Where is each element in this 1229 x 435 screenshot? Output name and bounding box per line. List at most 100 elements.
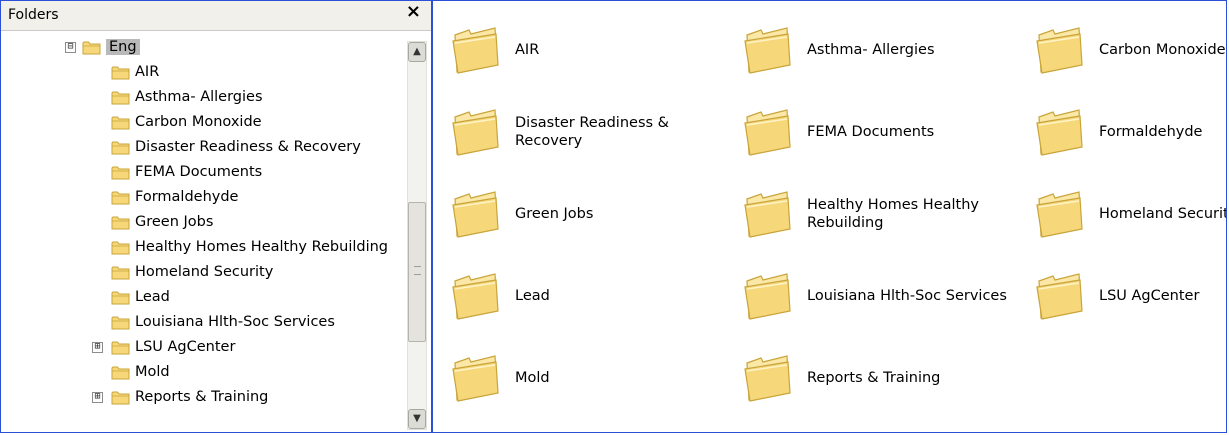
folder-icon bbox=[82, 41, 101, 54]
folder-icon bbox=[111, 116, 130, 129]
folder-icon bbox=[744, 273, 791, 320]
tree-item[interactable]: ⊞ LSU AgCenter bbox=[92, 335, 235, 359]
folder-item-label: Healthy Homes Healthy Rebuilding bbox=[807, 197, 979, 231]
folder-icon bbox=[111, 166, 130, 179]
tree-item-label: Green Jobs bbox=[135, 214, 214, 230]
folder-item[interactable]: AIR bbox=[449, 19, 739, 81]
scroll-thumb[interactable] bbox=[408, 202, 426, 342]
folder-icon bbox=[111, 291, 130, 304]
folder-item-label: AIR bbox=[515, 42, 540, 58]
folder-icon bbox=[1036, 273, 1083, 320]
folder-item[interactable]: Lead bbox=[449, 265, 739, 327]
folder-icon bbox=[111, 266, 130, 279]
folder-icon bbox=[111, 241, 130, 254]
folder-tree: ⊟ Eng AIR Asthma- Allergies Carbon Monoxide D… bbox=[1, 39, 405, 432]
folders-pane: Folders × ⊟ Eng AIR Asthma- Allergies Carbon… bbox=[1, 1, 433, 432]
folder-item-label: Mold bbox=[515, 370, 550, 386]
folder-icon bbox=[1036, 191, 1083, 238]
folder-icon bbox=[111, 191, 130, 204]
folder-icon bbox=[452, 191, 499, 238]
thumb-grip bbox=[414, 266, 421, 275]
folder-item[interactable]: FEMA Documents bbox=[741, 101, 1031, 163]
folder-item-label: Formaldehyde bbox=[1099, 124, 1203, 140]
folder-icon bbox=[1036, 27, 1083, 74]
folder-icon bbox=[744, 109, 791, 156]
tree-item-label: Carbon Monoxide bbox=[135, 114, 262, 130]
folder-item[interactable]: Asthma- Allergies bbox=[741, 19, 1031, 81]
explorer-window: Folders × ⊟ Eng AIR Asthma- Allergies Carbon… bbox=[0, 0, 1227, 433]
tree-item-label: Disaster Readiness & Recovery bbox=[135, 139, 361, 155]
tree-item-label: FEMA Documents bbox=[135, 164, 263, 180]
tree-expander[interactable]: ⊟ bbox=[65, 41, 76, 53]
tree-item[interactable]: Disaster Readiness & Recovery bbox=[111, 135, 361, 159]
tree-scrollbar[interactable]: ▲ ▼ bbox=[407, 41, 427, 430]
folder-icon bbox=[744, 355, 791, 402]
tree-item-label: Formaldehyde bbox=[135, 189, 239, 205]
folder-item-label: FEMA Documents bbox=[807, 124, 935, 140]
folder-item-label: Carbon Monoxide bbox=[1099, 42, 1226, 58]
folder-item-label: Green Jobs bbox=[515, 206, 594, 222]
tree-item[interactable]: Mold bbox=[111, 360, 170, 384]
tree-item[interactable]: ⊞ Reports & Training bbox=[92, 385, 268, 409]
tree-item[interactable]: Louisiana Hlth-Soc Services bbox=[111, 310, 335, 334]
tree-expander[interactable]: ⊞ bbox=[92, 391, 103, 403]
folder-item[interactable]: Reports & Training bbox=[741, 347, 1031, 409]
tree-item[interactable]: Carbon Monoxide bbox=[111, 110, 262, 134]
close-icon[interactable]: × bbox=[406, 3, 421, 21]
tree-item-label: LSU AgCenter bbox=[135, 339, 236, 355]
folder-item[interactable]: Louisiana Hlth-Soc Services bbox=[741, 265, 1031, 327]
tree-item[interactable]: Formaldehyde bbox=[111, 185, 238, 209]
tree-item[interactable]: FEMA Documents bbox=[111, 160, 262, 184]
scroll-up-button[interactable]: ▲ bbox=[408, 42, 426, 62]
tree-item-label: Asthma- Allergies bbox=[135, 89, 263, 105]
folders-pane-title: Folders bbox=[8, 7, 59, 23]
folder-icon bbox=[452, 27, 499, 74]
folder-item[interactable]: Mold bbox=[449, 347, 739, 409]
tree-item[interactable]: Asthma- Allergies bbox=[111, 85, 263, 109]
scroll-down-button[interactable]: ▼ bbox=[408, 409, 426, 429]
folder-item-label: Reports & Training bbox=[807, 370, 941, 386]
tree-item-label: Mold bbox=[135, 364, 170, 380]
folder-icon bbox=[452, 109, 499, 156]
folder-item[interactable]: Disaster Readiness & Recovery bbox=[449, 101, 739, 163]
tree-expander[interactable]: ⊞ bbox=[92, 341, 103, 353]
folder-icon bbox=[111, 66, 130, 79]
tree-item-label: Louisiana Hlth-Soc Services bbox=[135, 314, 335, 330]
tree-item[interactable]: Healthy Homes Healthy Rebuilding bbox=[111, 235, 388, 259]
folder-item[interactable]: LSU AgCenter bbox=[1033, 265, 1226, 327]
folder-item-label: Lead bbox=[515, 288, 550, 304]
folder-item-label: Asthma- Allergies bbox=[807, 42, 935, 58]
tree-item-label: Reports & Training bbox=[135, 389, 269, 405]
tree-item[interactable]: ⊟ Eng bbox=[65, 39, 140, 59]
folder-contents-pane: AIR Asthma- Allergies Carbon Monoxide Disas… bbox=[433, 1, 1226, 432]
folder-icon bbox=[452, 273, 499, 320]
folder-icon bbox=[111, 91, 130, 104]
folder-item[interactable]: Carbon Monoxide bbox=[1033, 19, 1226, 81]
folder-item[interactable]: Homeland Security bbox=[1033, 183, 1226, 245]
folder-icon bbox=[111, 341, 130, 354]
tree-item[interactable]: AIR bbox=[111, 60, 159, 84]
tree-item-label: AIR bbox=[135, 64, 160, 80]
folder-item-label: Disaster Readiness & Recovery bbox=[515, 115, 669, 149]
folder-item[interactable]: Healthy Homes Healthy Rebuilding bbox=[741, 183, 1031, 245]
tree-item-label: Homeland Security bbox=[135, 264, 274, 280]
folder-icon bbox=[111, 366, 130, 379]
folder-icon bbox=[744, 191, 791, 238]
tree-item-label: Lead bbox=[135, 289, 170, 305]
tree-item[interactable]: Homeland Security bbox=[111, 260, 273, 284]
folder-item[interactable]: Formaldehyde bbox=[1033, 101, 1226, 163]
folder-icon bbox=[111, 391, 130, 404]
folder-item-label: Homeland Security bbox=[1099, 206, 1226, 222]
folder-icon bbox=[111, 316, 130, 329]
tree-item-label: Eng bbox=[106, 39, 140, 55]
folder-item[interactable]: Green Jobs bbox=[449, 183, 739, 245]
folder-icon bbox=[111, 216, 130, 229]
folder-item-label: Louisiana Hlth-Soc Services bbox=[807, 288, 1007, 304]
folders-pane-header: Folders × bbox=[1, 1, 431, 31]
folder-icon bbox=[111, 141, 130, 154]
tree-item[interactable]: Lead bbox=[111, 285, 170, 309]
folder-icon bbox=[744, 27, 791, 74]
tree-item[interactable]: Green Jobs bbox=[111, 210, 213, 234]
folder-item-label: LSU AgCenter bbox=[1099, 288, 1200, 304]
folder-icon bbox=[452, 355, 499, 402]
